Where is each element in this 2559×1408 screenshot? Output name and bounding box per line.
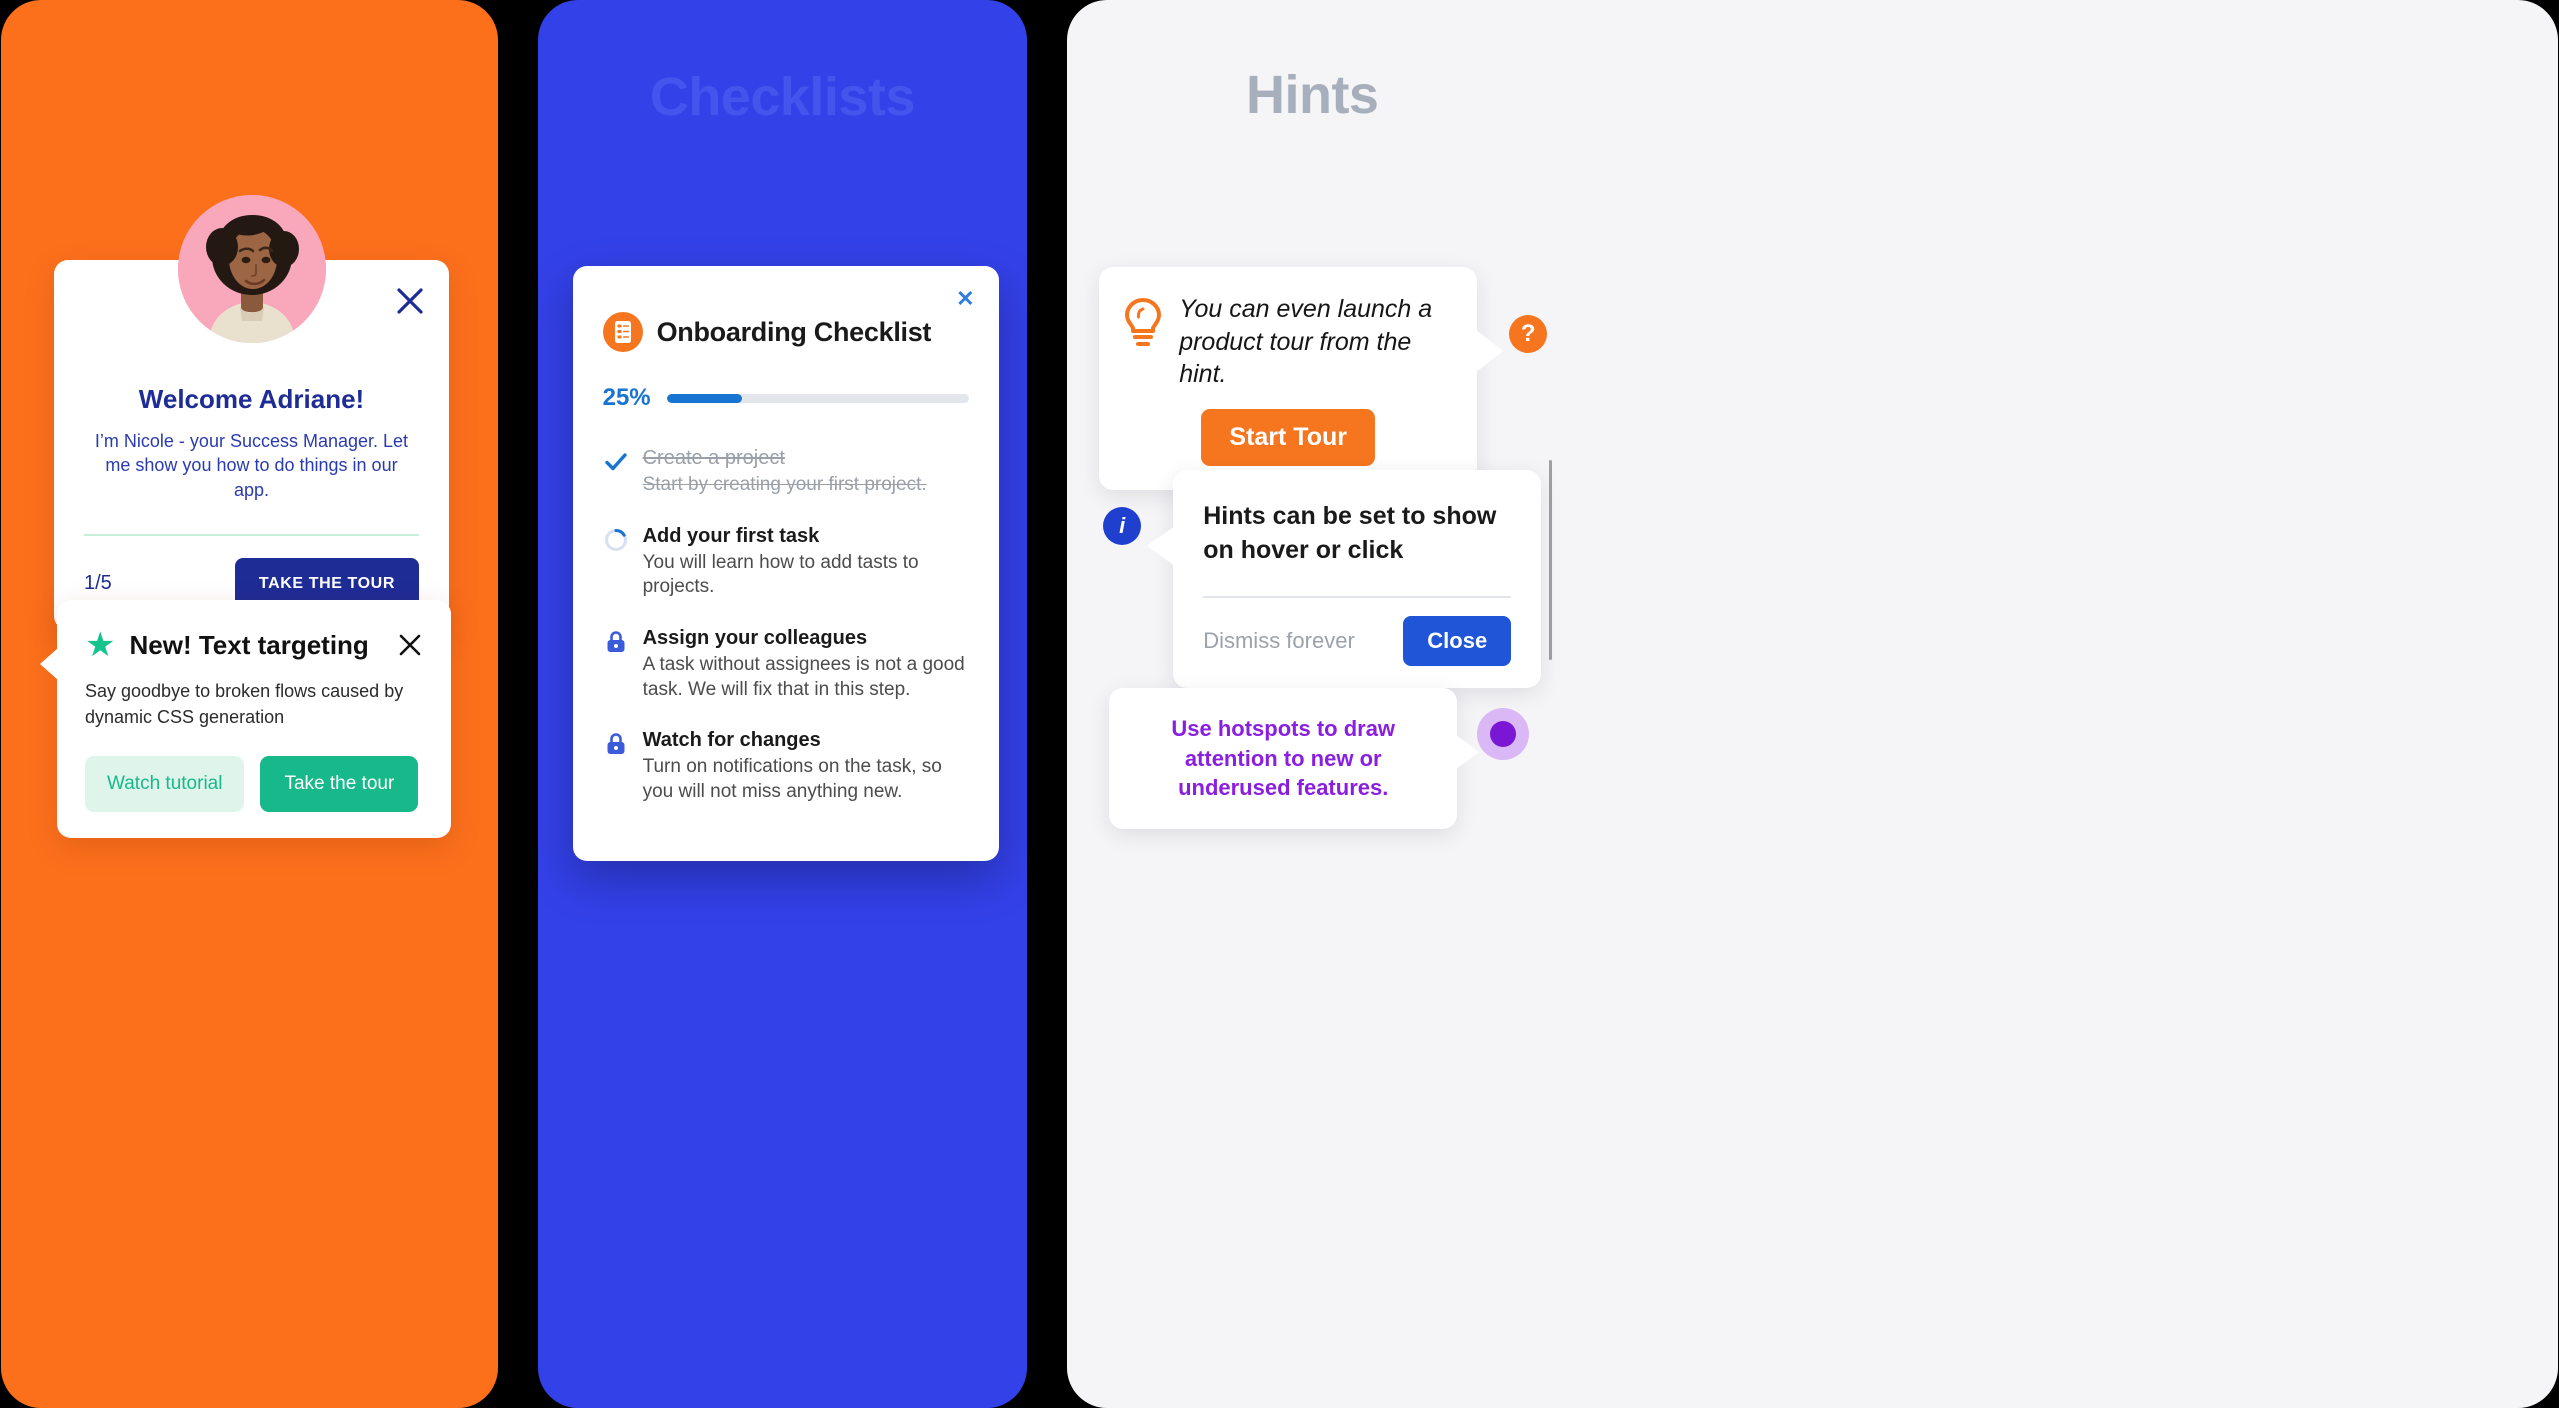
progress-bar <box>666 393 969 403</box>
dismiss-forever-link[interactable]: Dismiss forever <box>1203 628 1355 654</box>
checklist-item-description: Start by creating your first project. <box>642 474 927 495</box>
checklist-item-title: Add your first task <box>642 524 820 547</box>
hints-heading: Hints <box>1245 65 1379 125</box>
avatar <box>178 195 326 343</box>
checklists-heading: Checklists <box>649 67 916 127</box>
close-icon[interactable] <box>397 632 423 658</box>
welcome-footer: 1/5 TAKE THE TOUR <box>84 536 419 610</box>
lightbulb-icon <box>1121 297 1165 354</box>
spinner-icon <box>603 527 629 553</box>
hint-text: Hints can be set to show on hover or cli… <box>1203 502 1497 564</box>
new-feature-tooltip: ★ New! Text targeting Say goodbye to bro… <box>40 600 451 839</box>
watch-tutorial-button[interactable]: Watch tutorial <box>85 756 245 813</box>
checklist-item-description: A task without assignees is not a good t… <box>642 654 965 700</box>
lock-icon <box>603 731 629 757</box>
tooltip-tail <box>1455 734 1480 770</box>
checklist-item[interactable]: Assign your colleagues A task without ass… <box>603 626 969 702</box>
page-title: Welcome Adriane! <box>138 384 365 414</box>
checklist-item[interactable]: Add your first task You will learn how to… <box>603 524 969 600</box>
panel-tours: Welcome Adriane! I’m Nicole - your Succe… <box>1 0 498 1408</box>
welcome-subtitle: I’m Nicole - your Success Manager. Let m… <box>94 431 409 500</box>
progress-row: 25% <box>603 384 969 412</box>
info-icon[interactable]: i <box>1103 507 1142 545</box>
take-the-tour-secondary-button[interactable]: Take the tour <box>260 756 419 813</box>
panel-hints: Hints You can even launch a product tour… <box>1067 0 2558 1408</box>
checklist-item-title: Create a project <box>642 447 785 469</box>
checklist-item[interactable]: Create a project Start by creating your f… <box>603 446 969 498</box>
check-icon <box>603 449 629 475</box>
progress-percent: 25% <box>602 384 651 411</box>
hint-text: Use hotspots to draw attention to new or… <box>1171 716 1396 801</box>
star-icon: ★ <box>85 626 116 664</box>
onboarding-checklist-card: ✕ Onboarding Checklist 25% Create a proj… <box>572 266 999 861</box>
checklist-icon <box>602 312 643 352</box>
close-button[interactable]: Close <box>1403 615 1512 666</box>
hint-text: You can even launch a product tour from … <box>1179 295 1433 388</box>
scroll-edge-indicator <box>1549 460 1553 660</box>
tooltip-tail <box>1475 329 1504 373</box>
feature-title: New! Text targeting <box>129 629 369 660</box>
hotspot-dot-inner <box>1490 721 1517 747</box>
tooltip-tail <box>40 648 58 680</box>
lock-icon <box>603 629 629 655</box>
three-panel-showcase: Welcome Adriane! I’m Nicole - your Succe… <box>0 0 2559 1408</box>
hotspot-dot-icon[interactable] <box>1477 708 1530 760</box>
feature-description: Say goodbye to broken flows caused by dy… <box>85 681 404 728</box>
checklist-item[interactable]: Watch for changes Turn on notifications o… <box>603 728 969 804</box>
start-tour-button[interactable]: Start Tour <box>1201 408 1375 466</box>
close-icon[interactable]: ✕ <box>956 288 974 310</box>
checklist-item-description: Turn on notifications on the task, so yo… <box>642 756 942 803</box>
hint-launch-tour-card: You can even launch a product tour from … <box>1099 267 1504 490</box>
close-icon[interactable] <box>393 284 427 318</box>
checklist-item-title: Assign your colleagues <box>642 627 868 650</box>
panel-checklists: Checklists ✕ Onboarding Checklist 25% Cr… <box>537 0 1028 1408</box>
step-counter: 1/5 <box>84 572 112 595</box>
checklist-title: Onboarding Checklist <box>656 316 932 347</box>
checklist-item-title: Watch for changes <box>642 729 821 752</box>
hint-hotspot-card: Use hotspots to draw attention to new or… <box>1109 688 1480 830</box>
tooltip-tail <box>1147 526 1176 566</box>
progress-bar-fill <box>666 393 743 403</box>
checklist-item-description: You will learn how to add tasts to proje… <box>642 551 919 598</box>
hint-hover-click-card: Hints can be set to show on hover or cli… <box>1147 470 1542 688</box>
question-mark-icon[interactable]: ? <box>1509 315 1548 353</box>
